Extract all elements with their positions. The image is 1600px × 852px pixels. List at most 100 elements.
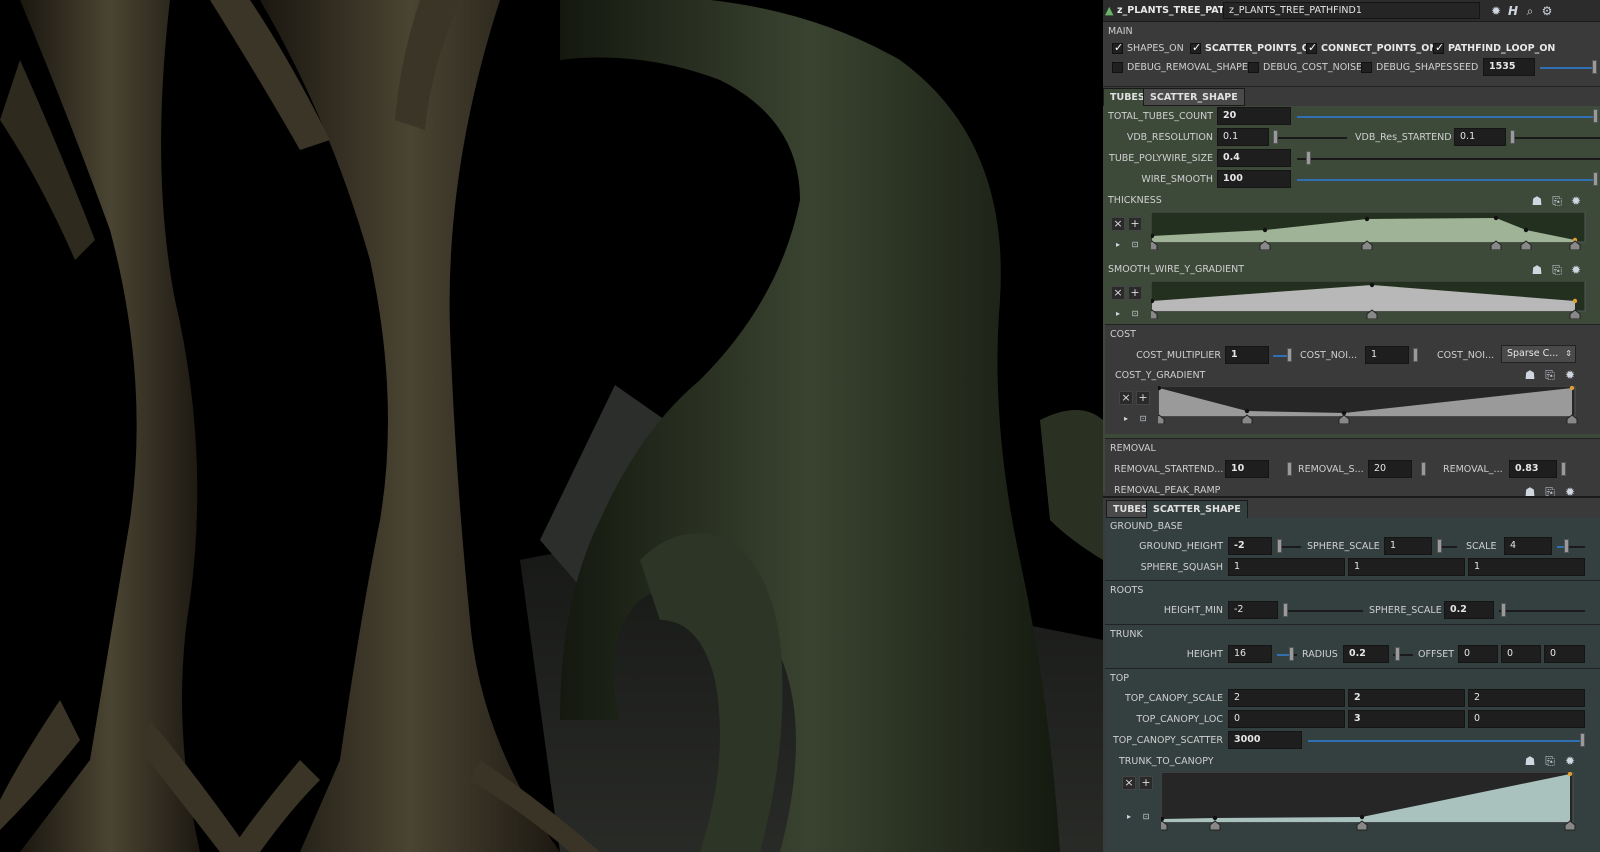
height-min-handle[interactable] — [1283, 603, 1288, 617]
top-canopy-scatter-slider[interactable] — [1308, 740, 1580, 742]
offset-z-field[interactable]: 0 — [1544, 645, 1585, 663]
ramp-add-key-button[interactable]: + — [1128, 217, 1142, 231]
cost-y-gradient-ramp-graph[interactable] — [1158, 386, 1598, 424]
debug-shapes-checkbox[interactable] — [1361, 62, 1372, 73]
scatter-points-on-checkbox[interactable] — [1190, 41, 1201, 54]
ramp-remove-key-button[interactable]: × — [1119, 391, 1133, 405]
vdb-res-startend-field[interactable]: 0.1 — [1454, 128, 1506, 146]
ramp-add-key-button[interactable]: + — [1139, 776, 1153, 790]
ramp-preset-icon[interactable]: ☗ — [1523, 754, 1537, 768]
top-canopy-scale-x-field[interactable]: 2 — [1228, 689, 1345, 707]
sphere-scale-handle[interactable] — [1437, 539, 1442, 553]
ramp-copy-icon[interactable]: ⎘ — [1543, 368, 1557, 382]
vdb-res-startend-slider[interactable] — [1510, 137, 1600, 139]
wire-smooth-field[interactable]: 100 — [1217, 170, 1291, 188]
top-canopy-scale-y-field[interactable]: 2 — [1348, 689, 1465, 707]
vdb-resolution-handle[interactable] — [1273, 130, 1278, 144]
ramp-copy-icon[interactable]: ⎘ — [1550, 194, 1564, 208]
ramp-play-icon[interactable]: ▸ — [1111, 238, 1125, 252]
ramp-remove-key-button[interactable]: × — [1111, 286, 1125, 300]
ramp-remove-key-button[interactable]: × — [1111, 217, 1125, 231]
ramp-preset-icon[interactable]: ☗ — [1523, 368, 1537, 382]
thickness-ramp-graph[interactable] — [1151, 212, 1596, 250]
ramp-add-key-button[interactable]: + — [1128, 286, 1142, 300]
seed-slider-handle[interactable] — [1592, 60, 1597, 74]
ramp-copy-icon[interactable]: ⎘ — [1543, 754, 1557, 768]
top-canopy-scatter-handle[interactable] — [1580, 733, 1585, 747]
cost-multiplier-field[interactable]: 1 — [1225, 346, 1269, 364]
cost-multiplier-handle[interactable] — [1287, 348, 1292, 362]
trunk-height-field[interactable]: 16 — [1228, 645, 1272, 663]
height-min-field[interactable]: -2 — [1228, 601, 1278, 619]
sphere-scale-field[interactable]: 1 — [1384, 537, 1432, 555]
top-canopy-loc-x-field[interactable]: 0 — [1228, 710, 1345, 728]
ramp-link-icon[interactable]: ⊡ — [1139, 810, 1153, 824]
seed-field[interactable]: 1535 — [1483, 58, 1535, 76]
settings-icon[interactable]: ⚙ — [1540, 4, 1554, 18]
ramp-play-icon[interactable]: ▸ — [1111, 307, 1125, 321]
seed-slider[interactable] — [1540, 67, 1595, 69]
removal-s-handle[interactable] — [1421, 462, 1426, 476]
roots-sphere-scale-slider[interactable] — [1499, 610, 1585, 612]
sphere-squash-z-field[interactable]: 1 — [1468, 558, 1585, 576]
top-canopy-scatter-field[interactable]: 3000 — [1228, 731, 1302, 749]
smooth-wire-y-gradient-ramp-graph[interactable] — [1151, 281, 1596, 319]
trunk-height-slider[interactable] — [1277, 654, 1297, 656]
ramp-link-icon[interactable]: ⊡ — [1128, 238, 1142, 252]
connect-points-on-checkbox[interactable] — [1306, 41, 1317, 54]
scale-field[interactable]: 4 — [1504, 537, 1552, 555]
trunk-height-handle[interactable] — [1289, 647, 1294, 661]
total-tubes-count-field[interactable]: 20 — [1217, 107, 1291, 125]
removal-s-field[interactable]: 20 — [1368, 460, 1412, 478]
ramp-play-icon[interactable]: ▸ — [1122, 810, 1136, 824]
ramp-gear-icon[interactable]: ✹ — [1563, 368, 1577, 382]
wire-smooth-slider[interactable] — [1297, 179, 1593, 181]
debug-cost-noise-checkbox[interactable] — [1248, 62, 1259, 73]
ramp-gear-icon[interactable]: ✹ — [1569, 194, 1583, 208]
wire-smooth-handle[interactable] — [1593, 172, 1598, 186]
ramp-play-icon[interactable]: ▸ — [1119, 412, 1133, 426]
removal-x-handle[interactable] — [1561, 462, 1566, 476]
cost-noise-handle[interactable] — [1413, 348, 1418, 362]
ramp-link-icon[interactable]: ⊡ — [1136, 412, 1150, 426]
vdb-resolution-field[interactable]: 0.1 — [1217, 128, 1269, 146]
vdb-resolution-slider[interactable] — [1273, 137, 1347, 139]
radius-handle[interactable] — [1395, 647, 1400, 661]
trunk-to-canopy-ramp-graph[interactable] — [1161, 772, 1591, 832]
radius-field[interactable]: 0.2 — [1343, 645, 1389, 663]
removal-x-field[interactable]: 0.83 — [1509, 460, 1557, 478]
tube-polywire-size-field[interactable]: 0.4 — [1217, 149, 1291, 167]
help-icon[interactable]: H — [1506, 4, 1520, 18]
tab-scatter-shape[interactable]: SCATTER_SHAPE — [1143, 88, 1245, 106]
removal-startend-field[interactable]: 10 — [1225, 460, 1269, 478]
search-icon[interactable]: ⌕ — [1523, 4, 1537, 18]
scale-handle[interactable] — [1564, 539, 1569, 553]
roots-sphere-scale-handle[interactable] — [1501, 603, 1506, 617]
ramp-add-key-button[interactable]: + — [1136, 391, 1150, 405]
sphere-squash-y-field[interactable]: 1 — [1348, 558, 1465, 576]
ground-height-handle[interactable] — [1277, 539, 1282, 553]
shapes-on-checkbox[interactable] — [1112, 41, 1123, 54]
ramp-remove-key-button[interactable]: × — [1122, 776, 1136, 790]
removal-startend-handle[interactable] — [1287, 462, 1292, 476]
total-tubes-count-slider[interactable] — [1297, 116, 1593, 118]
pathfind-loop-on-checkbox[interactable] — [1433, 41, 1444, 54]
ramp-link-icon[interactable]: ⊡ — [1128, 307, 1142, 321]
vdb-res-startend-handle[interactable] — [1510, 130, 1515, 144]
ramp-preset-icon[interactable]: ☗ — [1530, 263, 1544, 277]
tube-polywire-size-handle[interactable] — [1306, 151, 1311, 165]
scale-slider[interactable] — [1557, 546, 1585, 548]
debug-removal-shapes-checkbox[interactable] — [1112, 62, 1123, 73]
offset-y-field[interactable]: 0 — [1501, 645, 1541, 663]
cost-noise-field-1[interactable]: 1 — [1365, 346, 1409, 364]
ground-height-field[interactable]: -2 — [1228, 537, 1272, 555]
ramp-gear-icon[interactable]: ✹ — [1563, 754, 1577, 768]
tab-scatter-shape[interactable]: SCATTER_SHAPE — [1146, 500, 1248, 518]
roots-sphere-scale-field[interactable]: 0.2 — [1444, 601, 1494, 619]
top-canopy-scale-z-field[interactable]: 2 — [1468, 689, 1585, 707]
ramp-gear-icon[interactable]: ✹ — [1569, 263, 1583, 277]
height-min-slider[interactable] — [1283, 610, 1363, 612]
gear-icon[interactable]: ✹ — [1489, 4, 1503, 18]
total-tubes-count-handle[interactable] — [1593, 109, 1598, 123]
tube-polywire-size-slider[interactable] — [1297, 158, 1600, 160]
